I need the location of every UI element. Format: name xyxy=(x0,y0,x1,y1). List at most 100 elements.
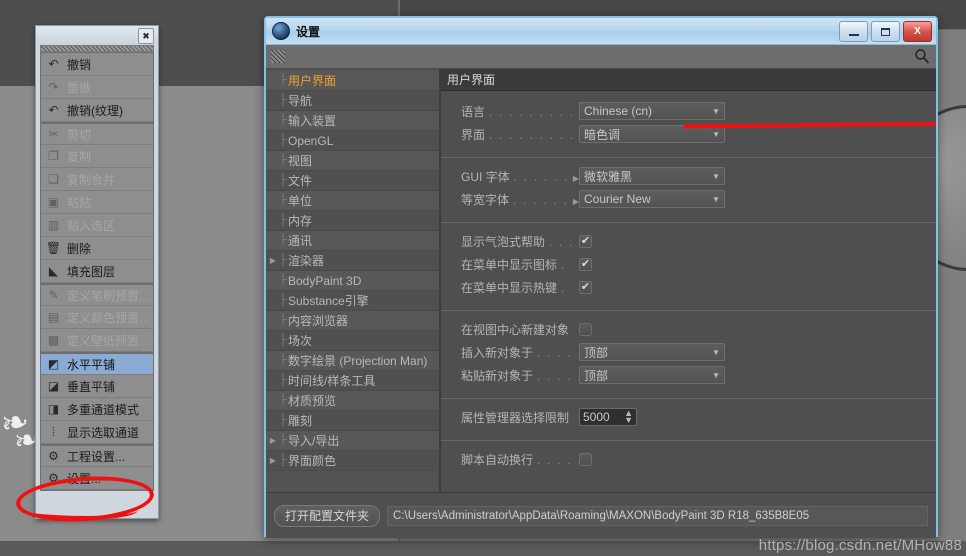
dropdown-select[interactable]: 顶部 ▼ xyxy=(579,366,725,384)
tree-item[interactable]: ├ Substance引擎 xyxy=(266,291,439,311)
dropdown-select[interactable]: 微软雅黑 ▼ xyxy=(579,167,725,185)
checkbox[interactable]: ✔ xyxy=(579,257,592,271)
dropdown-value: 顶部 xyxy=(584,368,609,383)
context-menu-item[interactable]: ◩ 水平平铺 xyxy=(41,352,153,375)
context-menu-item: ❏ 复制合并 xyxy=(41,168,153,191)
context-menu-drag-grip[interactable] xyxy=(40,45,154,52)
paste-into-icon: ▥ xyxy=(47,218,60,232)
tree-item[interactable]: ├ OpenGL xyxy=(266,131,439,151)
open-config-folder-button[interactable]: 打开配置文件夹 xyxy=(274,504,381,527)
context-menu-item-label: 粘贴 xyxy=(67,195,92,210)
context-menu-item-label: 定义颜色预置... xyxy=(67,310,150,325)
context-menu-item[interactable]: ⚙ 设置... xyxy=(41,467,153,490)
settings-row-label: 粘贴新对象于. . . . . xyxy=(461,367,579,384)
checkbox[interactable] xyxy=(579,452,592,466)
tree-item[interactable]: ├ 导航 xyxy=(266,91,439,111)
close-button[interactable]: X xyxy=(903,21,932,42)
tree-item[interactable]: ├ 雕刻 xyxy=(266,411,439,431)
settings-category-tree[interactable]: ├ 用户界面 ├ 导航 ├ 输入装置 ├ OpenGL ├ 视图 ├ 文件 ├ 单位 ├ 内存 ├ 通讯 ▶ ├ 渲染器… xyxy=(266,69,441,492)
stepper-arrows-icon[interactable]: ▲ ▼ xyxy=(624,408,633,424)
undo-texture-icon: ↶ xyxy=(48,103,59,117)
context-menu-list: ↶ 撤销 ↷ 重做 ↶ 撤销(纹理) ✂ 剪切 ❐ 复制 ❏ 复制合并 ▣ 粘贴 ▥ 贴入选区 🗑 删除 ◣ 填充图层… xyxy=(40,52,154,491)
toolbar-drag-grip[interactable] xyxy=(271,50,285,63)
tree-item[interactable]: ▶ ├ 渲染器 xyxy=(266,251,439,271)
tree-item[interactable]: ▶ ├ 导入/导出 xyxy=(266,431,439,451)
settings-row-label-text: 粘贴新对象于 xyxy=(461,368,534,383)
settings-toolbar xyxy=(266,45,936,69)
tree-connector: ├ xyxy=(279,334,287,346)
tree-item[interactable]: ├ 通讯 xyxy=(266,231,439,251)
checkbox[interactable]: ✔ xyxy=(579,280,592,294)
context-menu-item[interactable]: ◨ 多重通道模式 xyxy=(41,398,153,421)
settings-row-leader-dots: . . . . . xyxy=(537,454,579,467)
tree-item[interactable]: ├ 输入装置 xyxy=(266,111,439,131)
context-menu-item[interactable]: ◣ 填充图层 xyxy=(41,260,153,283)
chevron-right-icon[interactable]: ▶ xyxy=(268,256,278,265)
settings-row-label: 在菜单中显示热键. xyxy=(461,279,579,296)
dropdown-select[interactable]: 顶部 ▼ xyxy=(579,343,725,361)
chevron-down-icon: ▼ xyxy=(712,347,720,357)
context-menu-item[interactable]: ◪ 垂直平铺 xyxy=(41,375,153,398)
tree-item[interactable]: ├ 文件 xyxy=(266,171,439,191)
close-icon[interactable]: ✖ xyxy=(138,28,154,44)
context-menu-item[interactable]: ↶ 撤销(纹理) xyxy=(41,99,153,122)
screen-root: ❧ ❧ ✖ ↶ 撤销 ↷ 重做 ↶ 撤销(纹理) ✂ 剪切 ❐ 复制 ❏ 复制合并 ▣ 粘贴 ▥ 贴入选区 🗑 删除… xyxy=(0,0,966,556)
chevron-right-icon[interactable]: ▶ xyxy=(268,456,278,465)
dropdown-select[interactable]: Chinese (cn) ▼ xyxy=(579,102,725,120)
settings-titlebar[interactable]: 设置 X xyxy=(266,18,936,45)
dropdown-select[interactable]: 暗色调 ▼ xyxy=(579,125,725,143)
tree-item[interactable]: ├ 数字绘景 (Projection Man) xyxy=(266,351,439,371)
dropdown-select[interactable]: Courier New ▼ xyxy=(579,190,725,208)
context-menu-item[interactable]: ⚙ 工程设置... xyxy=(41,444,153,467)
tree-item-label: 通讯 xyxy=(288,234,313,248)
tree-connector: ├ xyxy=(279,254,287,266)
tree-item-label: 单位 xyxy=(288,194,313,208)
window-title: 设置 xyxy=(296,24,321,39)
tree-item[interactable]: ├ 材质预览 xyxy=(266,391,439,411)
context-menu-item-label: 填充图层 xyxy=(67,264,116,279)
settings-row-label: 插入新对象于. . . . . xyxy=(461,344,579,361)
tree-item[interactable]: ├ 内存 xyxy=(266,211,439,231)
settings-row-leader-dots: . . . . . . . xyxy=(513,194,570,207)
settings-row-label: 显示气泡式帮助. . . xyxy=(461,233,579,250)
context-menu-item: ▤ 定义颜色预置... xyxy=(41,306,153,329)
dropdown-value: 顶部 xyxy=(584,345,609,360)
config-path-field[interactable]: C:\Users\Administrator\AppData\Roaming\M… xyxy=(387,505,928,526)
settings-row: 插入新对象于. . . . . 顶部 ▼ xyxy=(441,342,936,362)
search-icon[interactable] xyxy=(914,48,930,64)
settings-row-label: 语言. . . . . . . . . . xyxy=(461,103,579,120)
dropdown-value: 暗色调 xyxy=(584,127,621,142)
settings-group: 脚本自动换行. . . . . xyxy=(441,440,936,478)
context-menu-item[interactable]: ↶ 撤销 xyxy=(41,53,153,76)
tile-vertical-icon: ◪ xyxy=(47,379,60,393)
settings-row-label-text: 脚本自动换行 xyxy=(461,452,534,467)
context-menu-item[interactable]: ⦙ 显示选取通道 xyxy=(41,421,153,444)
number-stepper-value: 5000 xyxy=(583,410,610,424)
tree-item[interactable]: ├ 用户界面 xyxy=(266,71,439,91)
settings-row-label-text: 语言 xyxy=(461,104,486,119)
settings-row-leader-dots: . . . . . . . . . . xyxy=(489,106,579,119)
checkbox[interactable]: ✔ xyxy=(579,234,592,248)
tree-item[interactable]: ├ 时间线/样条工具 xyxy=(266,371,439,391)
settings-row-label: 等宽字体. . . . . . .▶ xyxy=(461,191,579,208)
maximize-button[interactable] xyxy=(871,21,900,42)
tree-item[interactable]: ├ BodyPaint 3D xyxy=(266,271,439,291)
context-menu-item-label: 工程设置... xyxy=(67,449,126,464)
tree-item[interactable]: ├ 视图 xyxy=(266,151,439,171)
cut-icon: ✂ xyxy=(48,127,59,141)
context-menu-item[interactable]: 🗑 删除 xyxy=(41,237,153,260)
tree-connector: ├ xyxy=(279,454,287,466)
chevron-right-icon[interactable]: ▶ xyxy=(268,436,278,445)
minimize-button[interactable] xyxy=(839,21,868,42)
context-menu-titlebar[interactable]: ✖ xyxy=(36,26,158,45)
tree-item[interactable]: ▶ ├ 界面颜色 xyxy=(266,451,439,471)
checkbox[interactable] xyxy=(579,322,592,336)
context-menu-item-label: 剪切 xyxy=(67,127,92,142)
number-stepper[interactable]: 5000 ▲ ▼ xyxy=(579,408,637,426)
tree-item[interactable]: ├ 内容浏览器 xyxy=(266,311,439,331)
tree-item[interactable]: ├ 场次 xyxy=(266,331,439,351)
tree-connector: ├ xyxy=(279,174,287,186)
settings-icon: ⚙ xyxy=(48,471,59,485)
tree-item[interactable]: ├ 单位 xyxy=(266,191,439,211)
tree-item-label: 用户界面 xyxy=(288,74,337,88)
